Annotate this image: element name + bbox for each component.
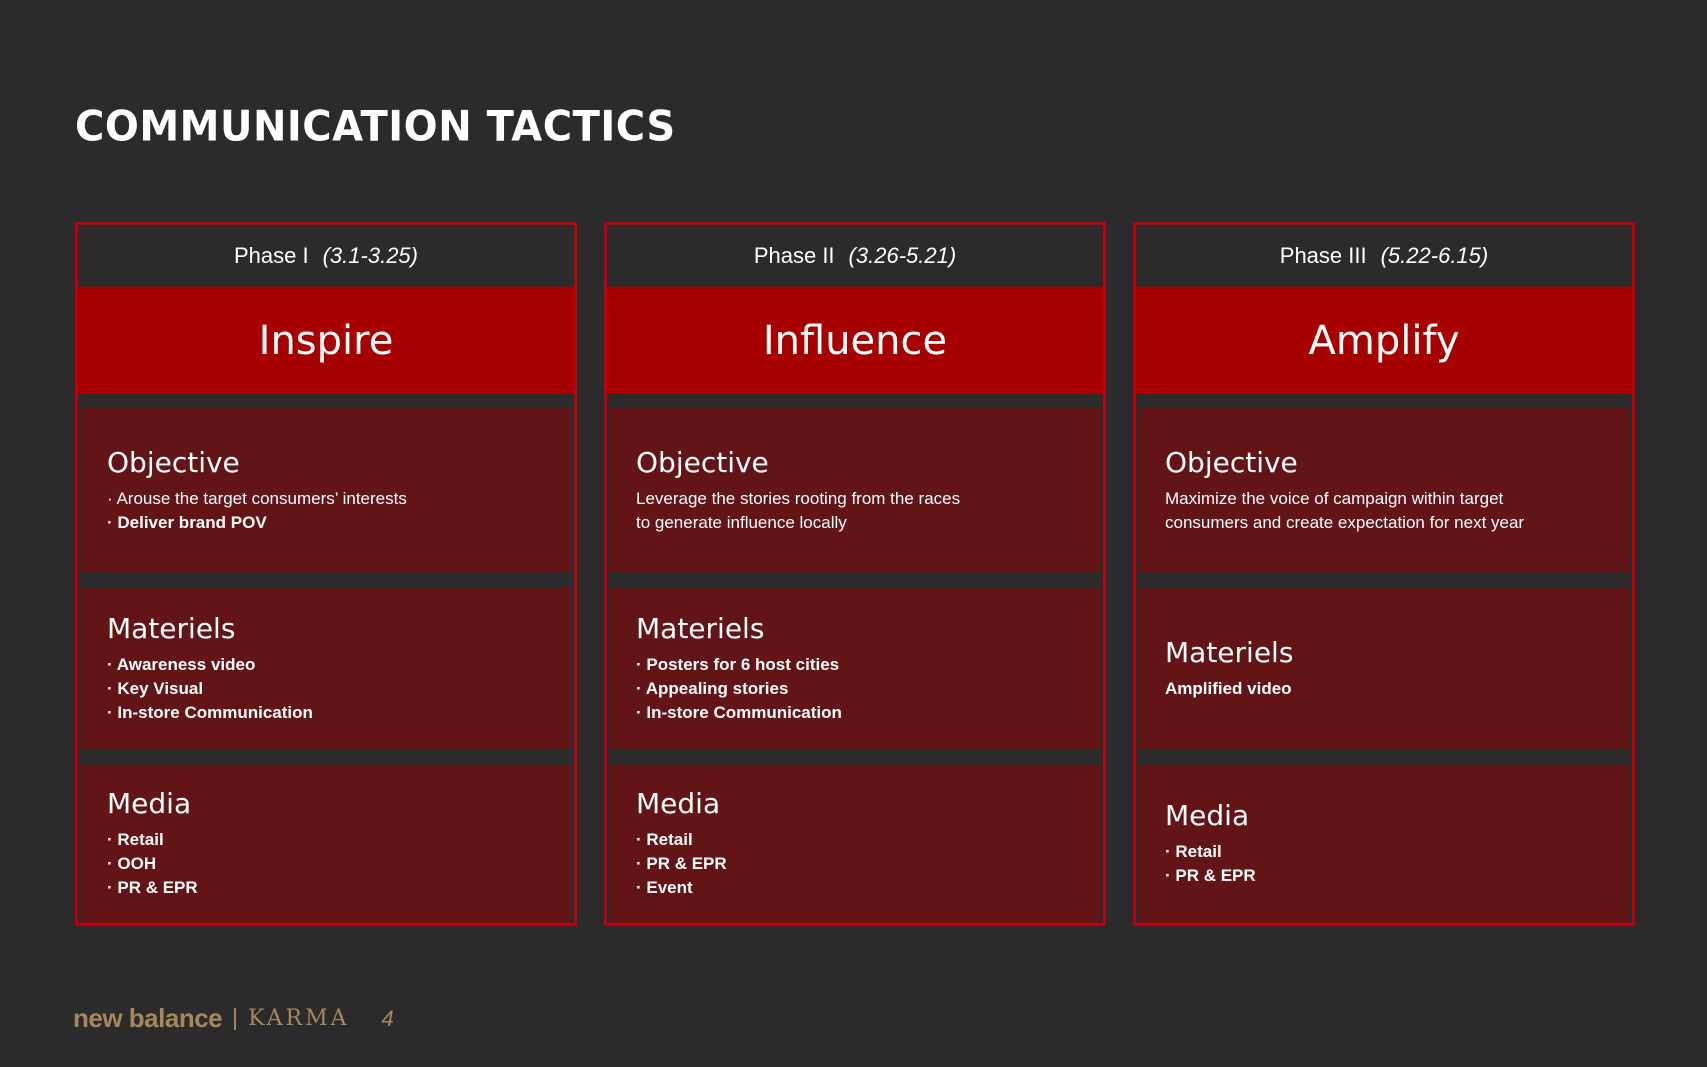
media-title: Media: [107, 787, 192, 821]
phase-column-2: Phase II (3.26-5.21) Influence Objective…: [604, 222, 1106, 926]
materials-item: · In-store Communication: [636, 702, 842, 722]
materials-item: · Appealing stories: [636, 678, 789, 698]
materials-item: Amplified video: [1165, 678, 1292, 698]
phase-dates: (5.22-6.15): [1380, 242, 1489, 268]
phase-name: Influence: [607, 286, 1103, 395]
phase-header: Phase I (3.1-3.25): [78, 225, 574, 287]
objective-line: Leverage the stories rooting from the ra…: [636, 488, 961, 508]
phase-name: Amplify: [1136, 286, 1632, 395]
phase-column-3: Phase III (5.22-6.15) Amplify Objective …: [1133, 222, 1635, 926]
objective-line: Maximize the voice of campaign within ta…: [1165, 488, 1504, 508]
phase-dates: (3.1-3.25): [322, 242, 418, 268]
media-title: Media: [636, 787, 721, 821]
media-item: · PR & EPR: [107, 878, 198, 898]
phase-label: Phase II: [753, 242, 835, 268]
phase-name: Inspire: [78, 286, 574, 395]
media-item: · Retail: [636, 830, 693, 850]
objective-section: Objective Leverage the stories rooting f…: [610, 408, 1100, 572]
materials-title: Materiels: [636, 611, 765, 645]
footer: new balance KARMA 4: [73, 1003, 394, 1034]
materials-item: · Key Visual: [107, 678, 204, 698]
objective-title: Objective: [636, 445, 769, 479]
phase-header: Phase II (3.26-5.21): [607, 225, 1103, 287]
media-item: · PR & EPR: [636, 854, 727, 874]
footer-divider: [234, 1007, 237, 1030]
phase-label: Phase I: [234, 242, 309, 268]
objective-section: Objective Maximize the voice of campaign…: [1139, 408, 1629, 572]
phase-label: Phase III: [1279, 242, 1367, 268]
media-title: Media: [1165, 799, 1250, 833]
media-item: · Retail: [107, 830, 164, 850]
phase-dates: (3.26-5.21): [848, 242, 957, 268]
media-item: · OOH: [107, 854, 157, 874]
brand-logo: new balance: [73, 1003, 223, 1033]
page-number: 4: [381, 1005, 394, 1031]
phase-column-1: Phase I (3.1-3.25) Inspire Objective · A…: [75, 222, 577, 926]
sub-brand-logo: KARMA: [248, 1006, 350, 1031]
objective-line: · Arouse the target consumers’ interests: [107, 488, 407, 508]
media-section: Media · Retail · PR & EPR · Event: [610, 764, 1100, 923]
page-title: COMMUNICATION TACTICS: [75, 102, 676, 152]
materials-item: · Awareness video: [107, 654, 256, 674]
phase-header: Phase III (5.22-6.15): [1136, 225, 1632, 287]
materials-item: · Posters for 6 host cities: [636, 654, 840, 674]
materials-section: Materiels Amplified video: [1139, 587, 1629, 750]
media-item: · Retail: [1165, 842, 1222, 862]
objective-line: · Deliver brand POV: [107, 512, 267, 532]
materials-title: Materiels: [107, 611, 236, 645]
phase-columns: Phase I (3.1-3.25) Inspire Objective · A…: [75, 222, 1635, 926]
materials-title: Materiels: [1165, 635, 1294, 669]
objective-line: to generate influence locally: [636, 512, 847, 532]
media-section: Media · Retail · OOH · PR & EPR: [81, 764, 571, 923]
media-section: Media · Retail · PR & EPR: [1139, 764, 1629, 923]
materials-item: · In-store Communication: [107, 702, 313, 722]
objective-title: Objective: [1165, 445, 1298, 479]
materials-section: Materiels · Posters for 6 host cities · …: [610, 587, 1100, 750]
objective-line: consumers and create expectation for nex…: [1165, 512, 1525, 532]
media-item: · Event: [636, 878, 693, 898]
media-item: · PR & EPR: [1165, 866, 1256, 886]
materials-section: Materiels · Awareness video · Key Visual…: [81, 587, 571, 750]
objective-section: Objective · Arouse the target consumers’…: [81, 408, 571, 572]
objective-title: Objective: [107, 445, 240, 479]
